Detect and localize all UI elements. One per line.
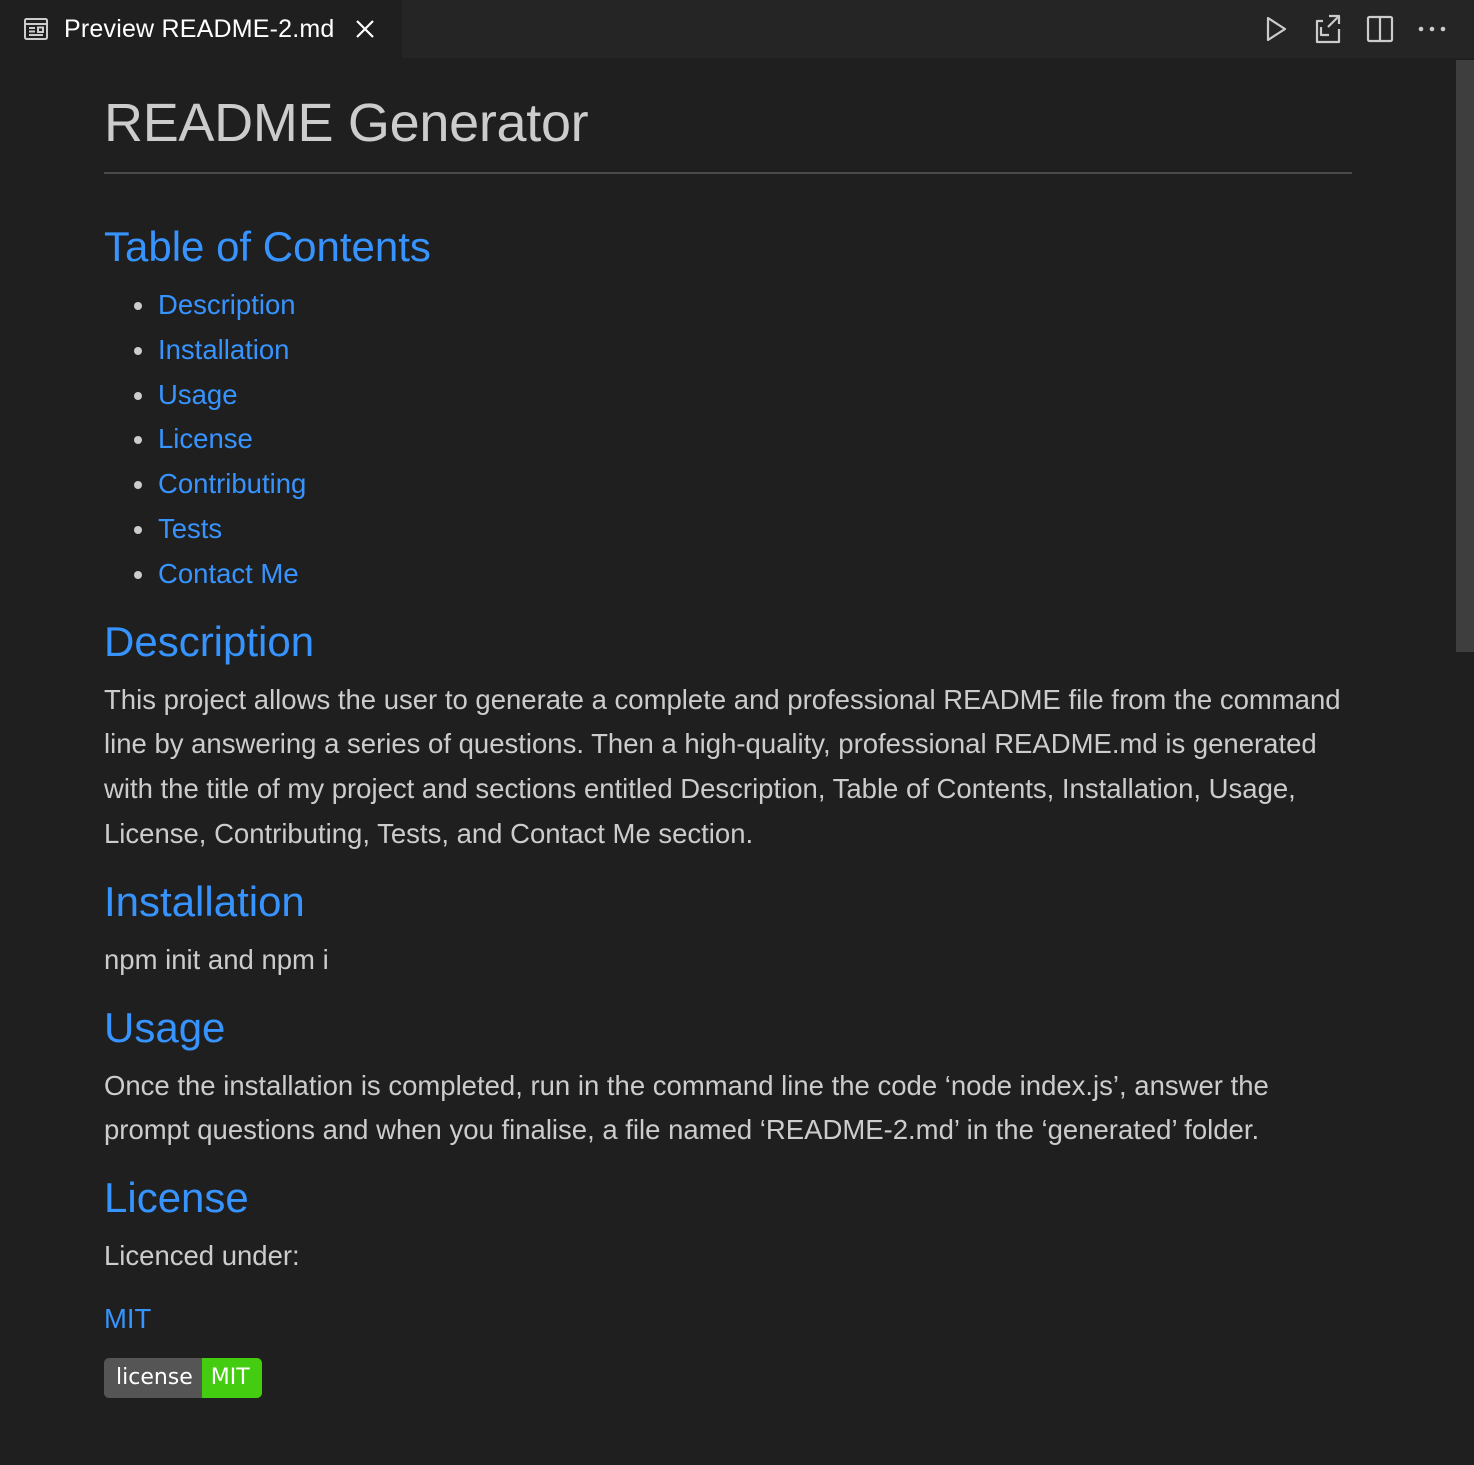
toc-link-description[interactable]: Description	[134, 283, 1352, 328]
markdown-preview: README Generator Table of Contents Descr…	[104, 58, 1352, 1398]
license-badge[interactable]: license MIT	[104, 1357, 262, 1398]
scrollbar-thumb[interactable]	[1456, 60, 1474, 652]
tab-label: Preview README-2.md	[64, 14, 335, 43]
more-actions-icon[interactable]	[1412, 9, 1452, 49]
toc-heading: Table of Contents	[104, 223, 431, 270]
description-text: This project allows the user to generate…	[104, 683, 1341, 849]
toc-link-license[interactable]: License	[134, 417, 1352, 462]
open-source-icon[interactable]	[1308, 9, 1348, 49]
badge-label: license	[104, 1357, 202, 1398]
toc-link-tests[interactable]: Tests	[134, 507, 1352, 552]
editor-actions	[1256, 0, 1474, 58]
page-title: README Generator	[104, 92, 1352, 174]
description-heading: Description	[104, 617, 315, 665]
close-icon[interactable]	[353, 17, 377, 41]
toc-link-installation[interactable]: Installation	[134, 328, 1352, 373]
split-editor-icon[interactable]	[1360, 9, 1400, 49]
installation-heading: Installation	[104, 877, 305, 925]
toc-link-contact-me[interactable]: Contact Me	[134, 552, 1352, 597]
preview-icon	[22, 15, 50, 43]
toc-link-contributing[interactable]: Contributing	[134, 462, 1352, 507]
license-text: Licenced under:	[104, 1240, 300, 1272]
usage-text: Once the installation is completed, run …	[104, 1069, 1269, 1146]
installation-text: npm init and npm i	[104, 943, 329, 975]
toc-link-usage[interactable]: Usage	[134, 373, 1352, 418]
license-heading: License	[104, 1174, 249, 1222]
run-icon[interactable]	[1256, 9, 1296, 49]
tab-preview-readme[interactable]: Preview README-2.md	[0, 0, 402, 58]
editor-tab-bar: Preview README-2.md	[0, 0, 1474, 58]
license-link-mit[interactable]: MIT	[104, 1297, 1352, 1342]
badge-value: MIT	[201, 1357, 262, 1398]
usage-heading: Usage	[104, 1003, 226, 1051]
toc-list: Description Installation Usage License C…	[104, 283, 1352, 597]
